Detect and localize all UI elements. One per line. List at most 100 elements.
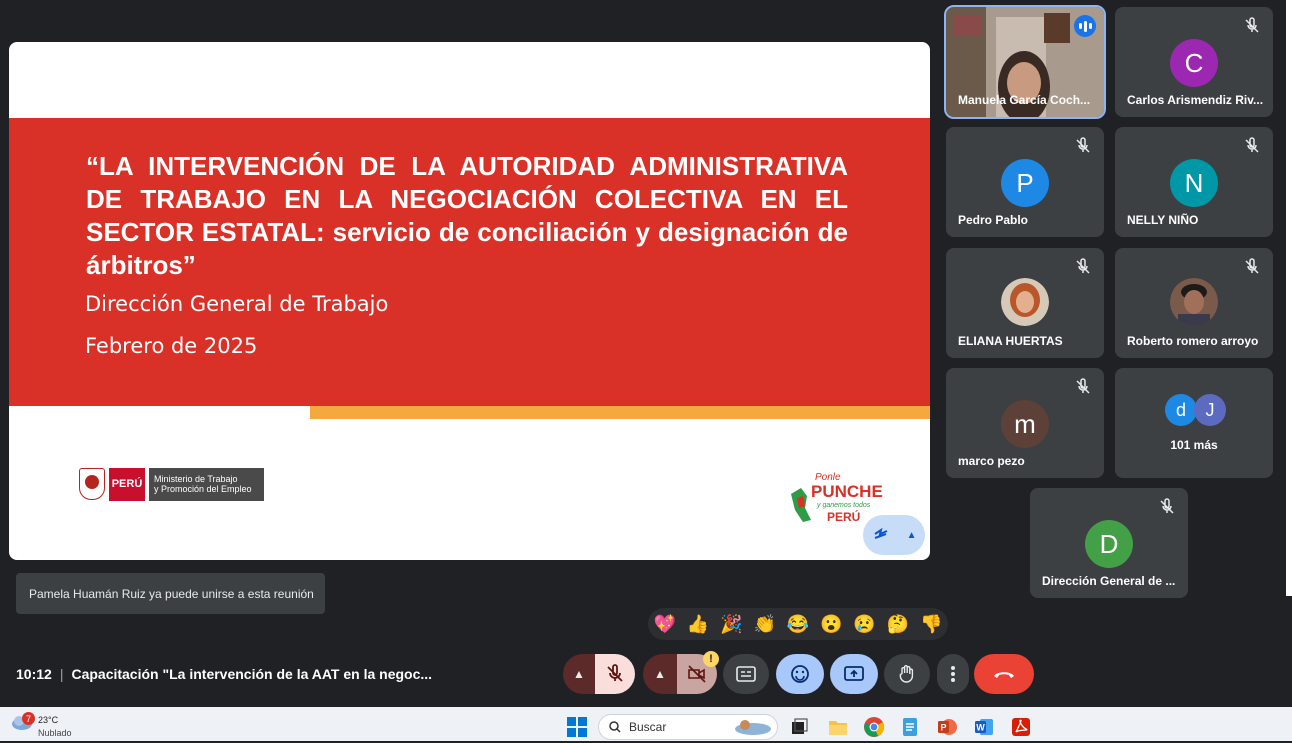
reaction-heart[interactable]: 💖 — [653, 614, 675, 635]
mic-off-icon — [607, 664, 623, 682]
chevron-up-icon: ▲ — [654, 667, 666, 681]
meeting-time: 10:12 — [16, 666, 52, 682]
more-vert-icon — [951, 666, 955, 682]
chrome-button[interactable] — [863, 716, 885, 738]
windows-start-button[interactable] — [566, 716, 588, 738]
participant-tile[interactable]: N NELLY NIÑO — [1115, 127, 1273, 237]
participant-name: Manuela García Coch... — [958, 93, 1091, 107]
mic-off-icon — [1076, 137, 1090, 153]
weather-temperature: 23°C — [38, 715, 59, 725]
coat-of-arms-icon — [79, 468, 105, 500]
present-screen-icon — [844, 666, 864, 681]
reaction-party[interactable]: 🎉 — [720, 614, 742, 635]
participant-tile[interactable]: Roberto romero arroyo — [1115, 248, 1273, 358]
task-view-icon — [792, 718, 808, 734]
punche-line3: y ganemos todos — [817, 502, 871, 509]
mic-control-group: ▲ — [563, 654, 635, 694]
meeting-info: 10:12 | Capacitación "La intervención de l… — [16, 666, 432, 682]
notepad-icon — [903, 718, 917, 736]
slide-subtitle-date: Febrero de 2025 — [85, 334, 258, 358]
reaction-thinking[interactable]: 🤔 — [887, 614, 909, 635]
audio-options-button[interactable]: ▲ — [563, 654, 595, 694]
ministry-logo: PERÚ Ministerio de Trabajo y Promoción d… — [79, 467, 264, 501]
participant-tile[interactable]: C Carlos Arismendiz Riv... — [1115, 7, 1273, 117]
participant-name: Roberto romero arroyo — [1127, 334, 1259, 348]
slide-controls-pill[interactable]: ▲ — [863, 515, 925, 555]
reaction-clap[interactable]: 👏 — [753, 614, 775, 635]
avatar — [1001, 278, 1049, 326]
chevron-up-icon: ▲ — [573, 667, 585, 681]
word-button[interactable]: W — [973, 716, 995, 738]
powerpoint-icon: P — [938, 719, 957, 735]
peru-label: PERÚ — [109, 467, 145, 501]
avatar: N — [1170, 159, 1218, 207]
weather-badge: 7 — [22, 712, 35, 725]
participant-tile[interactable]: P Pedro Pablo — [946, 127, 1104, 237]
reaction-thumbs-up[interactable]: 👍 — [687, 614, 709, 635]
participant-tile[interactable]: m marco pezo — [946, 368, 1104, 478]
acrobat-button[interactable] — [1010, 716, 1032, 738]
svg-text:W: W — [976, 723, 985, 733]
hang-up-icon — [994, 672, 1014, 678]
powerpoint-button[interactable]: P — [936, 716, 958, 738]
emoji-reactions-button[interactable] — [776, 654, 824, 694]
acrobat-icon — [1012, 718, 1030, 736]
folder-icon — [829, 721, 847, 735]
slide-orange-stripe — [310, 406, 930, 419]
word-icon: W — [975, 719, 993, 735]
mic-off-icon — [1245, 137, 1259, 153]
more-options-button[interactable] — [937, 654, 969, 694]
participant-tile[interactable]: D Dirección General de ... — [1030, 488, 1188, 598]
slide-title: “LA INTERVENCIÓN DE LA AUTORIDAD ADMINIS… — [86, 151, 848, 280]
meeting-title: Capacitación "La intervención de la AAT … — [71, 666, 433, 682]
weather-description: Nublado — [38, 728, 72, 738]
mic-off-icon — [1160, 498, 1174, 514]
mic-toggle-button[interactable] — [595, 654, 635, 694]
participant-name: ELIANA HUERTAS — [958, 334, 1063, 348]
emoji-icon — [791, 665, 809, 683]
participant-tile[interactable]: ELIANA HUERTAS — [946, 248, 1104, 358]
notepad-button[interactable] — [899, 716, 921, 738]
taskbar-search[interactable]: Buscar — [598, 714, 778, 740]
annotation-icon[interactable] — [872, 524, 890, 547]
scrollbar[interactable] — [1286, 0, 1292, 596]
video-options-button[interactable]: ▲ — [643, 654, 677, 694]
camera-off-icon — [688, 665, 706, 683]
captions-button[interactable] — [723, 654, 769, 694]
ministry-name-line1: Ministerio de Trabajo — [154, 474, 238, 484]
weather-widget[interactable]: 7 23°C Nublado — [10, 712, 72, 738]
punche-line2: PUNCHE — [811, 482, 883, 501]
more-participants-tile[interactable]: d J 101 más — [1115, 368, 1273, 478]
avatar: D — [1085, 520, 1133, 568]
task-view-button[interactable] — [788, 716, 810, 738]
search-highlight-icon — [735, 720, 771, 735]
camera-warning-badge: ! — [703, 651, 719, 667]
participant-tile[interactable]: Manuela García Coch... — [944, 5, 1106, 119]
reaction-sad[interactable]: 😢 — [853, 614, 875, 635]
reaction-surprised[interactable]: 😮 — [820, 614, 842, 635]
participant-name: NELLY NIÑO — [1127, 213, 1199, 227]
avatar — [1170, 278, 1218, 326]
raise-hand-button[interactable] — [884, 654, 930, 694]
avatar: d — [1165, 394, 1197, 426]
ministry-name-line2: y Promoción del Empleo — [154, 484, 252, 494]
svg-text:P: P — [940, 723, 946, 733]
ministry-name: Ministerio de Trabajo y Promoción del Em… — [149, 467, 264, 501]
chevron-up-icon[interactable]: ▲ — [907, 530, 917, 541]
present-screen-button[interactable] — [830, 654, 878, 694]
reaction-laugh[interactable]: 😂 — [787, 614, 809, 635]
file-explorer-button[interactable] — [827, 716, 849, 738]
join-notification: Pamela Huamán Ruiz ya puede unirse a est… — [16, 573, 325, 614]
avatar: P — [1001, 159, 1049, 207]
reaction-thumbs-down[interactable]: 👎 — [920, 614, 942, 635]
hand-icon — [899, 665, 914, 683]
presentation-slide: “LA INTERVENCIÓN DE LA AUTORIDAD ADMINIS… — [9, 42, 930, 560]
search-label: Buscar — [629, 720, 667, 734]
leave-call-button[interactable] — [974, 654, 1034, 694]
avatar: C — [1170, 39, 1218, 87]
speaking-indicator-icon — [1074, 15, 1096, 37]
slide-subtitle-organization: Dirección General de Trabajo — [85, 292, 389, 316]
search-icon — [609, 721, 621, 733]
captions-icon — [736, 666, 756, 682]
mic-off-icon — [1076, 258, 1090, 274]
